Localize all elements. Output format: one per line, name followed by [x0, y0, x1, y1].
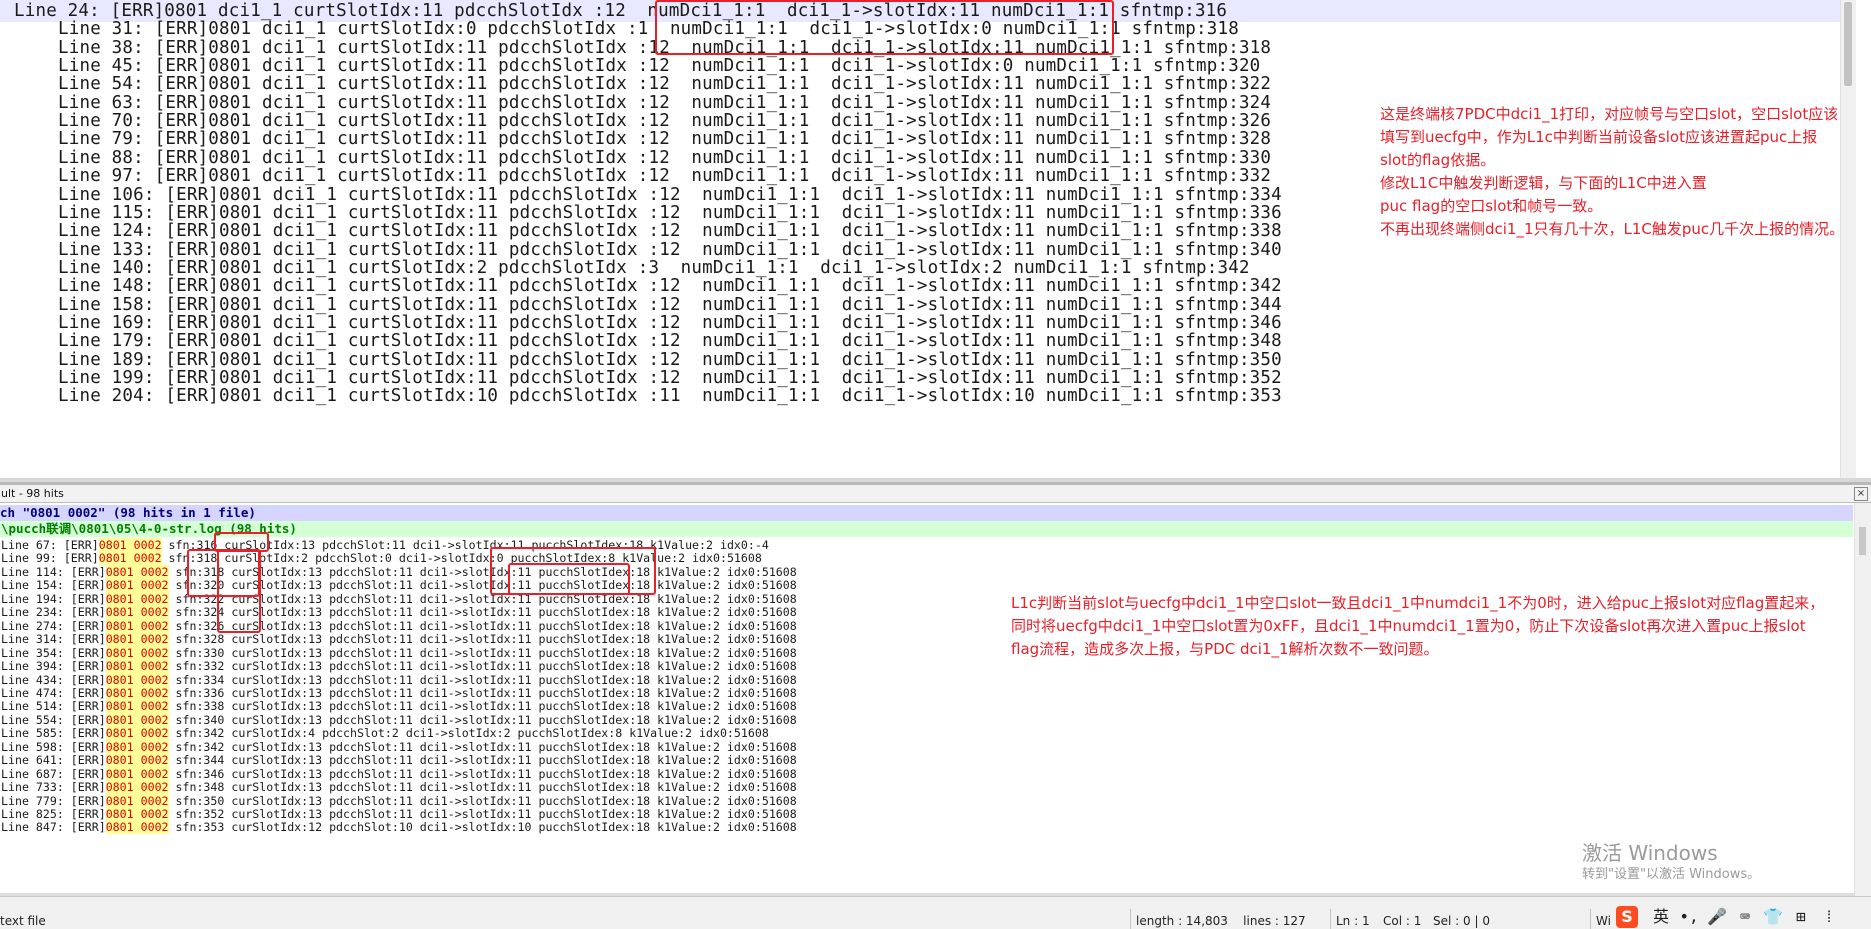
status-length-lines: length : 14,803 lines : 127: [1136, 914, 1306, 928]
status-line: Ln : 1: [1336, 914, 1370, 928]
status-filetype: text file: [0, 914, 46, 928]
file-path: \pucch联调\0801\05\4-0-str.log (98 hits): [1, 521, 297, 536]
search-results-panel[interactable]: ch "0801 0002" (98 hits in 1 file) \pucc…: [0, 503, 1871, 896]
status-separator: [1130, 909, 1131, 929]
status-eol: Wi: [1596, 914, 1611, 928]
skin-icon[interactable]: 👕: [1762, 906, 1784, 928]
annotation-bottom: L1c判断当前slot与uecfg中dci1_1中空口slot一致且dci1_1…: [1011, 594, 1825, 658]
microphone-icon[interactable]: 🎤: [1706, 906, 1728, 928]
close-icon[interactable]: ×: [1854, 487, 1868, 501]
status-separator: [1330, 909, 1331, 929]
ime-toolbar: S 英 •, 🎤 ⌨ 👕 ⊞ ⁞: [1616, 906, 1871, 928]
watermark-subtitle: 转到"设置"以激活 Windows。: [1582, 867, 1761, 882]
editor-line[interactable]: Line 204: [ERR]0801 dci1_1 curtSlotIdx:1…: [58, 385, 1282, 407]
toolbox-icon[interactable]: ⊞: [1790, 906, 1812, 928]
search-hit-highlight: 0801 0002: [105, 820, 169, 835]
watermark-title: 激活 Windows: [1582, 841, 1718, 865]
status-bar: text file length : 14,803 lines : 127 Ln…: [0, 896, 1871, 929]
results-vertical-scrollbar[interactable]: [1854, 503, 1871, 896]
result-row[interactable]: Line 847: [ERR]0801 0002 sfn:353 curSlot…: [1, 819, 797, 835]
scroll-thumb[interactable]: [1844, 2, 1852, 86]
scroll-thumb[interactable]: [1859, 527, 1866, 555]
sogou-ime-icon[interactable]: S: [1616, 906, 1638, 928]
status-selection: Sel : 0 | 0: [1433, 914, 1490, 928]
ime-language-toggle[interactable]: 英: [1650, 906, 1672, 928]
search-results-title: ult - 98 hits: [1, 487, 64, 500]
search-results-titlebar: ult - 98 hits ×: [0, 485, 1871, 503]
editor-pane[interactable]: Line 24: [ERR]0801 dci1_1 curtSlotIdx:11…: [0, 0, 1856, 478]
punctuation-icon[interactable]: •,: [1678, 906, 1700, 928]
more-icon[interactable]: ⁞: [1818, 906, 1840, 928]
windows-activation-watermark: 激活 Windows 转到"设置"以激活 Windows。: [1582, 840, 1760, 884]
status-separator: [1590, 909, 1591, 929]
result-line-prefix: Line 847: [ERR]: [1, 820, 106, 835]
annotation-top: 这是终端核7PDC中dci1_1打印，对应帧号与空口slot，空口slot应该 …: [1380, 105, 1845, 238]
keyboard-icon[interactable]: ⌨: [1734, 906, 1756, 928]
file-result-header[interactable]: \pucch联调\0801\05\4-0-str.log (98 hits): [0, 521, 1853, 537]
search-query-header[interactable]: ch "0801 0002" (98 hits in 1 file): [0, 505, 1853, 521]
result-line-rest: sfn:353 curSlotIdx:12 pdcchSlot:10 dci1-…: [168, 820, 797, 835]
status-column: Col : 1: [1383, 914, 1422, 928]
